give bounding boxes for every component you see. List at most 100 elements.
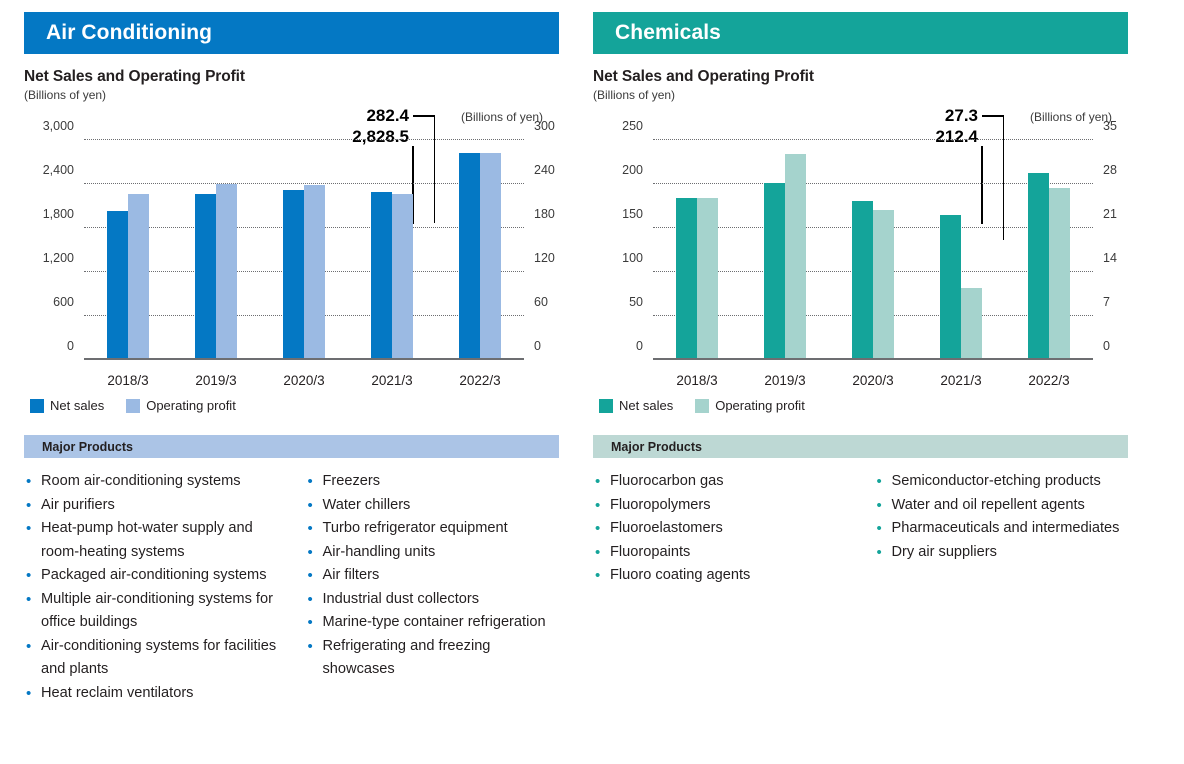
bar-net-sales (940, 214, 961, 360)
y-tick-left: 3,000 (42, 119, 74, 133)
panel-chemicals: Chemicals Net Sales and Operating Profit… (593, 12, 1128, 764)
bar-operating-profit (216, 184, 237, 360)
bar-operating-profit (128, 193, 149, 360)
product-list-item: Fluoro coating agents (593, 564, 853, 588)
y-tick-left: 0 (67, 339, 74, 353)
product-list-item: Heat-pump hot-water supply and room-heat… (24, 517, 284, 564)
legend-item-net-sales: Net sales (599, 398, 673, 413)
y-tick-left: 1,200 (42, 251, 74, 265)
legend-swatch-operating-profit-icon (126, 398, 141, 413)
y-tick-left: 1,800 (42, 207, 74, 221)
product-list-item: Fluoropolymers (593, 494, 853, 518)
product-list-item: Freezers (306, 470, 552, 494)
x-axis-labels: 2018/3 2019/3 2020/3 2021/3 2022/3 (653, 373, 1093, 388)
y-tick-right: 14 (1103, 251, 1117, 265)
legend-label-operating-profit: Operating profit (715, 398, 805, 413)
panel-header-air-conditioning: Air Conditioning (24, 12, 559, 54)
bar-operating-profit (392, 194, 413, 360)
product-list-item: Dry air suppliers (875, 541, 1121, 565)
bar-group (829, 140, 917, 360)
y-tick-right: 35 (1103, 119, 1117, 133)
y-tick-left: 250 (622, 119, 643, 133)
bar-group (917, 140, 1005, 360)
y-tick-right: 300 (534, 119, 555, 133)
bar-group (741, 140, 829, 360)
chart-legend: Net sales Operating profit (593, 398, 1128, 413)
x-axis-labels: 2018/3 2019/3 2020/3 2021/3 2022/3 (84, 373, 524, 388)
product-list-item: Fluoroelastomers (593, 517, 853, 541)
legend-item-operating-profit: Operating profit (695, 398, 805, 413)
segment-overview-page: Air Conditioning Net Sales and Operating… (0, 0, 1184, 764)
bar-net-sales (676, 198, 697, 360)
callout-operating-profit: 27.3 (944, 106, 978, 125)
x-axis-line (653, 358, 1093, 360)
callout-operating-profit: 282.4 (366, 106, 409, 125)
bar-net-sales (195, 193, 216, 360)
product-list-item: Heat reclaim ventilators (24, 682, 284, 706)
product-list-item: Packaged air-conditioning systems (24, 564, 284, 588)
product-list-item: Water chillers (306, 494, 552, 518)
legend-item-net-sales: Net sales (30, 398, 104, 413)
bar-group (172, 140, 260, 360)
x-label: 2022/3 (1028, 373, 1070, 388)
product-list-item: Refrigerating and freezing showcases (306, 635, 552, 682)
bar-operating-profit (873, 209, 894, 360)
leader-line-h-operating-profit (413, 115, 435, 117)
major-products-label: Major Products (42, 439, 133, 454)
bar-operating-profit (480, 152, 501, 360)
bar-operating-profit (961, 287, 982, 360)
bar-groups (653, 140, 1093, 360)
product-list-item: Room air-conditioning systems (24, 470, 284, 494)
bar-group (653, 140, 741, 360)
major-products-columns: Room air-conditioning systemsAir purifie… (24, 470, 559, 705)
legend-swatch-net-sales-icon (599, 398, 613, 413)
y-tick-left: 200 (622, 163, 643, 177)
bar-net-sales (459, 152, 480, 360)
bar-group (436, 140, 524, 360)
x-label: 2019/3 (764, 373, 806, 388)
product-list-item: Turbo refrigerator equipment (306, 517, 552, 541)
y-tick-right: 120 (534, 251, 555, 265)
bar-net-sales (107, 211, 128, 360)
bar-net-sales (852, 200, 873, 360)
y-tick-right: 60 (534, 295, 548, 309)
right-axis-unit: (Billions of yen) (461, 110, 544, 124)
plot-area: 0 50 100 150 200 250 0 7 14 21 28 35 (622, 119, 1117, 360)
major-products-columns: Fluorocarbon gasFluoropolymersFluoroelas… (593, 470, 1128, 588)
bar-net-sales (283, 190, 304, 360)
y-tick-right: 0 (534, 339, 541, 353)
y-tick-left: 150 (622, 207, 643, 221)
product-list-item: Air filters (306, 564, 552, 588)
major-products-header: Major Products (24, 435, 559, 458)
product-list-left: Fluorocarbon gasFluoropolymersFluoroelas… (593, 470, 853, 588)
bar-operating-profit (785, 154, 806, 360)
panel-title: Chemicals (615, 21, 721, 44)
y-tick-right: 180 (534, 207, 555, 221)
bar-group (348, 140, 436, 360)
leader-line-h-operating-profit (982, 115, 1004, 117)
major-products-header: Major Products (593, 435, 1128, 458)
product-list-item: Multiple air-conditioning systems for of… (24, 588, 284, 635)
x-label: 2021/3 (371, 373, 413, 388)
product-list-item: Water and oil repellent agents (875, 494, 1121, 518)
product-list-item: Industrial dust collectors (306, 588, 552, 612)
product-list-item: Fluorocarbon gas (593, 470, 853, 494)
plot-area: 0 600 1,200 1,800 2,400 3,000 0 60 120 1… (43, 119, 555, 360)
chart-legend: Net sales Operating profit (24, 398, 559, 413)
product-list-item: Marine-type container refrigeration (306, 611, 552, 635)
x-label: 2018/3 (676, 373, 718, 388)
bar-net-sales (764, 183, 785, 360)
y-tick-right: 21 (1103, 207, 1117, 221)
major-products-column-left: Fluorocarbon gasFluoropolymersFluoroelas… (593, 470, 861, 588)
y-tick-right: 0 (1103, 339, 1110, 353)
major-products-column-right: Semiconductor-etching productsWater and … (861, 470, 1129, 588)
chart-title: Net Sales and Operating Profit (593, 68, 814, 85)
major-products-column-right: FreezersWater chillersTurbo refrigerator… (292, 470, 560, 705)
legend-label-net-sales: Net sales (50, 398, 105, 413)
legend-label-net-sales: Net sales (619, 398, 674, 413)
product-list-item: Air purifiers (24, 494, 284, 518)
bar-group (260, 140, 348, 360)
product-list-item: Air-conditioning systems for facilities … (24, 635, 284, 682)
bar-net-sales (371, 192, 392, 360)
y-tick-left: 100 (622, 251, 643, 265)
